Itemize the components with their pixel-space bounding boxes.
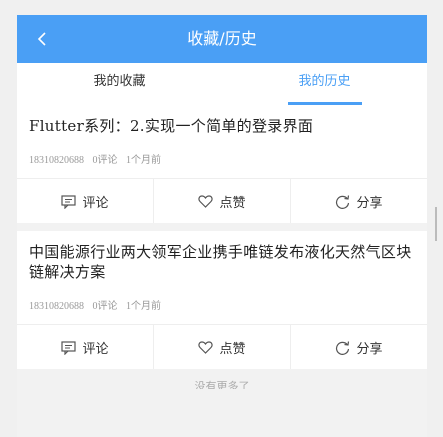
like-button[interactable]: 点赞 xyxy=(153,179,290,223)
comment-button[interactable]: 评论 xyxy=(17,325,153,369)
share-button[interactable]: 分享 xyxy=(290,325,427,369)
article-time: 1个月前 xyxy=(126,155,161,166)
app-screen: 收藏/历史 我的收藏 我的历史 Flutter系列：2.实现一个简单的登录界面 … xyxy=(17,15,427,437)
share-label: 分享 xyxy=(356,341,383,357)
list-item[interactable]: 中国能源行业两大领军企业携手唯链发布液化天然气区块链解决方案 183108206… xyxy=(17,231,427,369)
article-author: 18310820688 xyxy=(29,301,84,312)
comment-icon xyxy=(61,194,77,209)
tab-history[interactable]: 我的历史 xyxy=(222,63,427,105)
list-item[interactable]: Flutter系列：2.实现一个简单的登录界面 18310820688 0评论 … xyxy=(17,105,427,223)
article-meta: 18310820688 0评论 1个月前 xyxy=(29,298,415,316)
divider xyxy=(17,223,427,231)
list-end-text: 没有更多了 xyxy=(194,380,250,389)
page-title: 收藏/历史 xyxy=(187,29,257,48)
like-label: 点赞 xyxy=(219,341,246,357)
article-actions: 评论 点赞 分享 xyxy=(17,324,427,369)
share-label: 分享 xyxy=(356,195,383,211)
header-bar: 收藏/历史 xyxy=(17,15,427,63)
share-icon xyxy=(336,340,350,355)
scrollbar[interactable] xyxy=(435,207,437,241)
article-title[interactable]: 中国能源行业两大领军企业携手唯链发布液化天然气区块链解决方案 xyxy=(29,242,415,282)
heart-icon xyxy=(198,194,214,208)
article-meta: 18310820688 0评论 1个月前 xyxy=(29,152,415,170)
comment-label: 评论 xyxy=(82,341,109,357)
tab-favorites[interactable]: 我的收藏 xyxy=(17,63,222,105)
article-comment-count: 0评论 xyxy=(92,155,118,166)
comment-button[interactable]: 评论 xyxy=(17,179,153,223)
article-title[interactable]: Flutter系列：2.实现一个简单的登录界面 xyxy=(29,116,415,136)
article-author: 18310820688 xyxy=(29,155,84,166)
article-actions: 评论 点赞 分享 xyxy=(17,178,427,223)
share-icon xyxy=(336,194,350,209)
tab-bar: 我的收藏 我的历史 xyxy=(17,63,427,105)
like-label: 点赞 xyxy=(219,195,246,211)
comment-icon xyxy=(61,340,77,355)
heart-icon xyxy=(198,340,214,354)
share-button[interactable]: 分享 xyxy=(290,179,427,223)
article-comment-count: 0评论 xyxy=(92,301,118,312)
like-button[interactable]: 点赞 xyxy=(153,325,290,369)
comment-label: 评论 xyxy=(82,195,109,211)
article-time: 1个月前 xyxy=(126,301,161,312)
